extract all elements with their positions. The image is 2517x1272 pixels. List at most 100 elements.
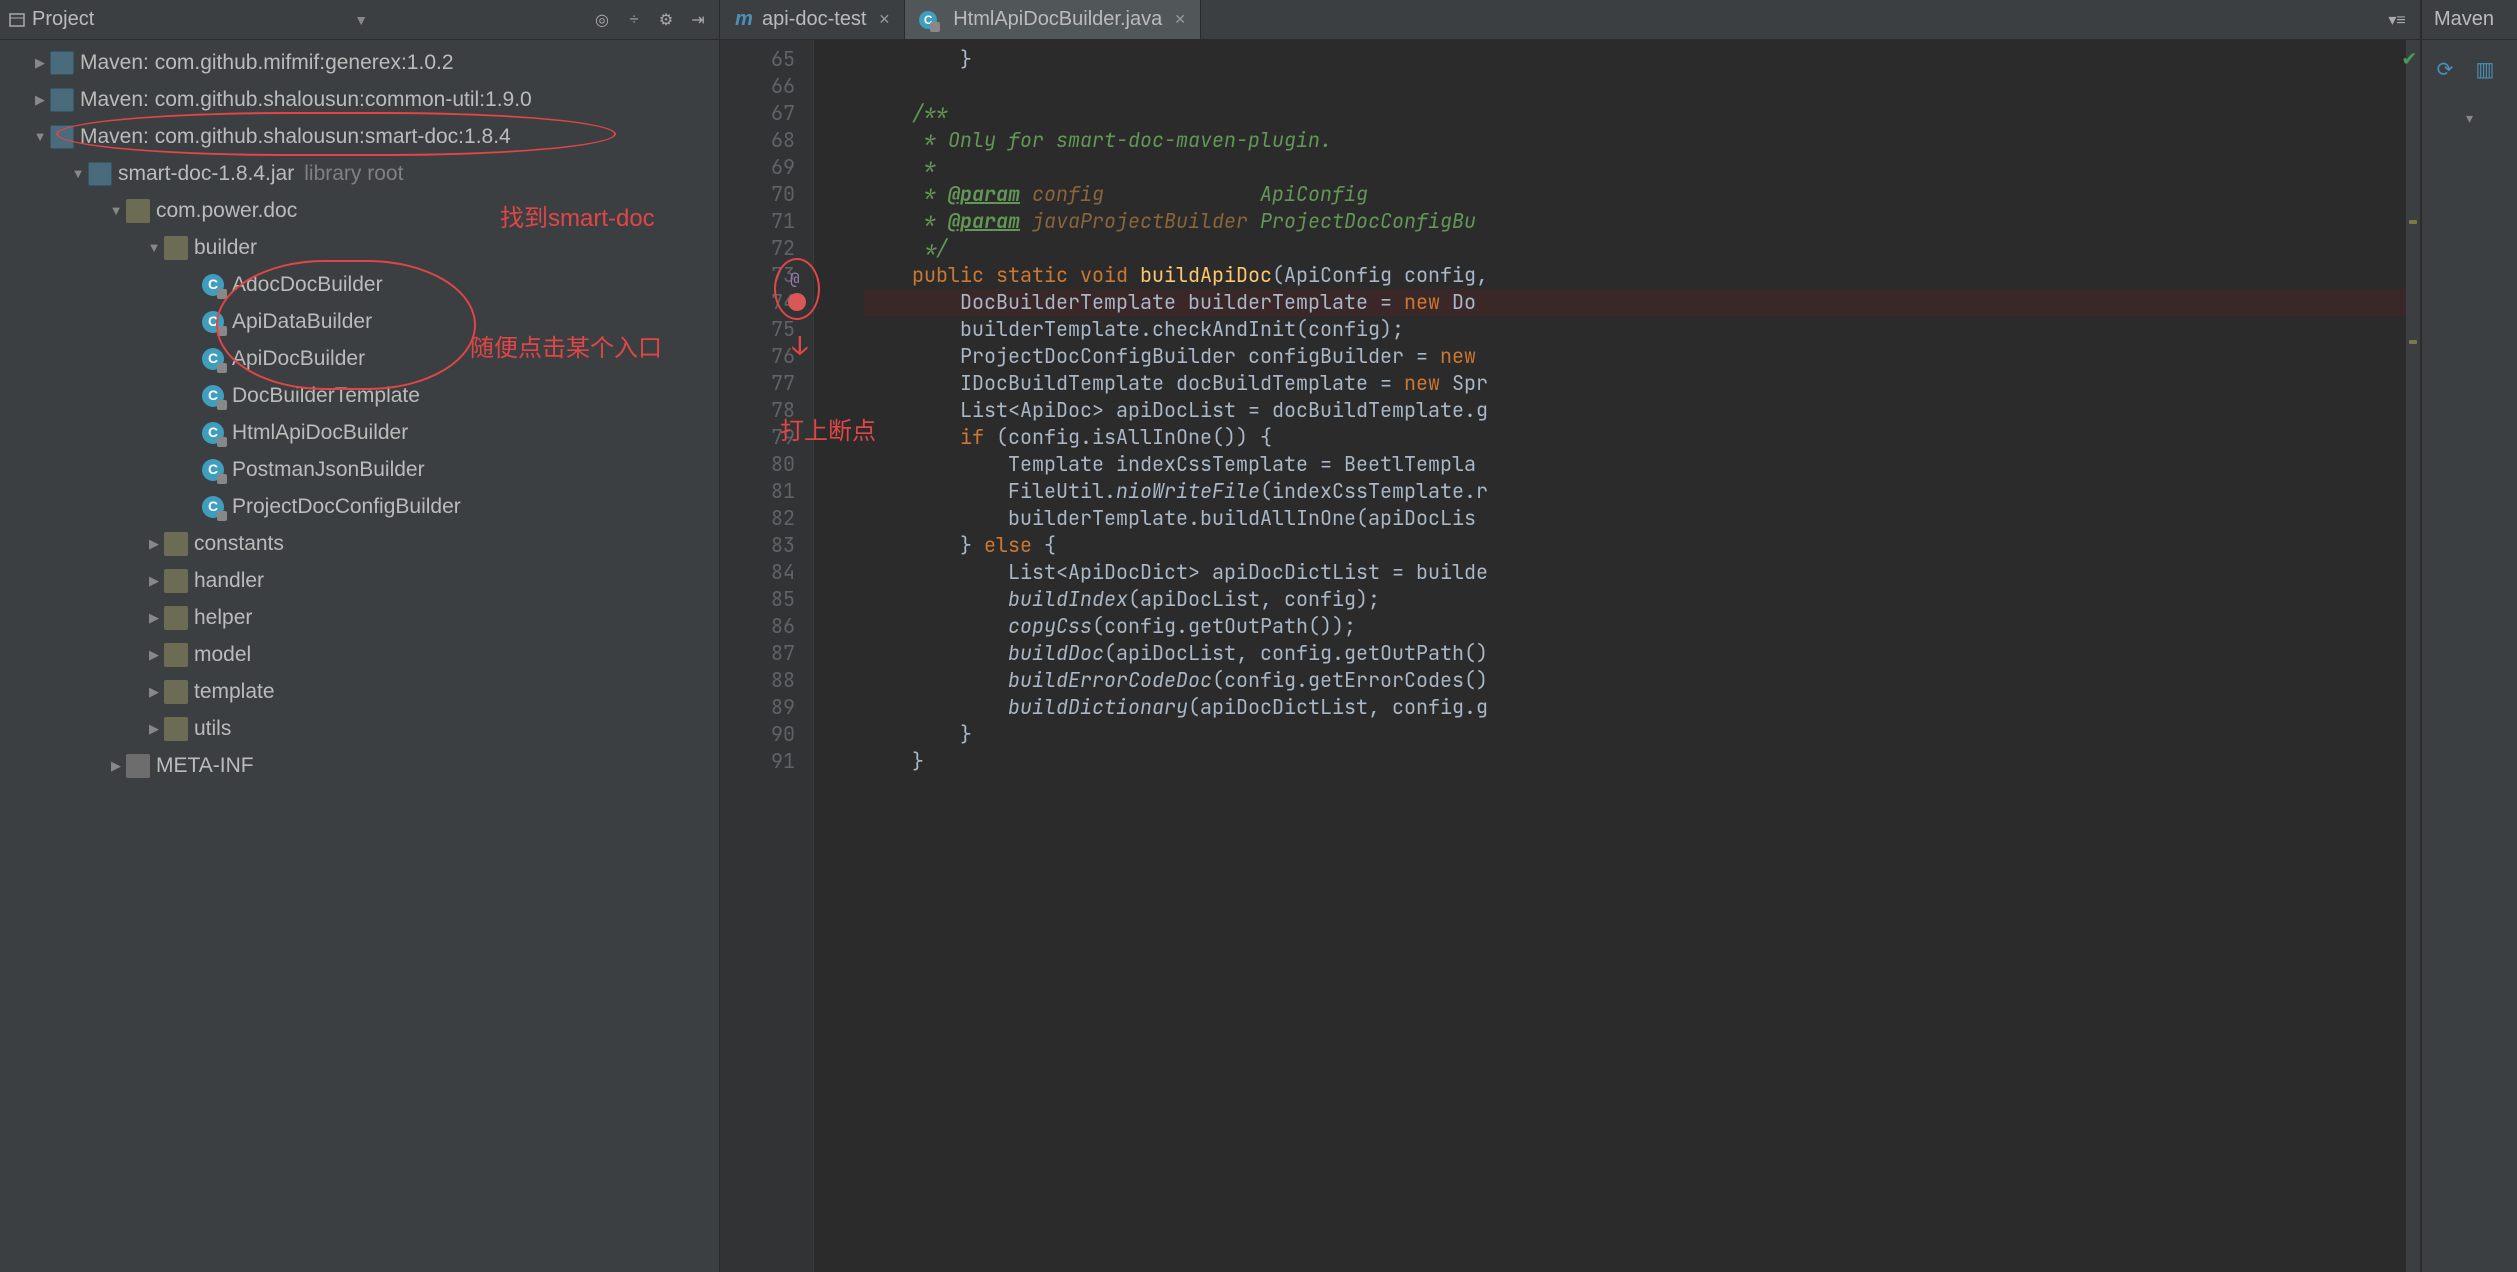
refresh-icon[interactable]: ⟳ [2430, 54, 2460, 84]
project-tree[interactable]: ▶Maven: com.github.mifmif:generex:1.0.2▶… [0, 40, 719, 1272]
code-line[interactable]: } [864, 721, 2406, 748]
tree-row[interactable]: ▼builder [0, 229, 719, 266]
tree-arrow-icon[interactable]: ▼ [68, 155, 88, 192]
gutter-line[interactable]: 90 [726, 721, 795, 748]
tree-row[interactable]: ▼smart-doc-1.8.4.jarlibrary root [0, 155, 719, 192]
code-line[interactable]: ProjectDocConfigBuilder configBuilder = … [864, 343, 2406, 370]
gear-icon[interactable]: ⚙ [653, 7, 679, 33]
tree-row[interactable]: ▶Maven: com.github.shalousun:common-util… [0, 81, 719, 118]
gutter-line[interactable]: 72 [726, 235, 795, 262]
tree-row[interactable]: CApiDocBuilder [0, 340, 719, 377]
gutter-line[interactable]: 86 [726, 613, 795, 640]
code-line[interactable]: } [864, 46, 2406, 73]
gutter-line[interactable]: 87 [726, 640, 795, 667]
project-view-dropdown[interactable]: ▼ [354, 12, 368, 28]
gutter-line[interactable]: 79 [726, 424, 795, 451]
tree-arrow-icon[interactable]: ▶ [30, 81, 50, 118]
tree-row[interactable]: CHtmlApiDocBuilder [0, 414, 719, 451]
tree-row[interactable]: ▶handler [0, 562, 719, 599]
tree-arrow-icon[interactable]: ▶ [106, 747, 126, 784]
tree-row[interactable]: CDocBuilderTemplate [0, 377, 719, 414]
tree-row[interactable]: CApiDataBuilder [0, 303, 719, 340]
tree-arrow-icon[interactable]: ▼ [30, 118, 50, 155]
gutter-line[interactable]: 65 [726, 46, 795, 73]
collapse-icon[interactable]: ⇥ [685, 7, 711, 33]
close-icon[interactable]: ✕ [1174, 11, 1186, 28]
code-line[interactable]: * [864, 154, 2406, 181]
gutter-line[interactable]: 69 [726, 154, 795, 181]
tree-row[interactable]: ▶META-INF [0, 747, 719, 784]
code-line[interactable]: public static void buildApiDoc(ApiConfig… [864, 262, 2406, 289]
tree-row[interactable]: CAdocDocBuilder [0, 266, 719, 303]
code-line[interactable]: IDocBuildTemplate docBuildTemplate = new… [864, 370, 2406, 397]
code-line[interactable]: copyCss(config.getOutPath()); [864, 613, 2406, 640]
tree-arrow-icon[interactable]: ▶ [144, 710, 164, 747]
tree-row[interactable]: ▶constants [0, 525, 719, 562]
code-line[interactable]: */ [864, 235, 2406, 262]
gutter-line[interactable]: 71 [726, 208, 795, 235]
code-line[interactable]: builderTemplate.buildAllInOne(apiDocLis [864, 505, 2406, 532]
gutter-line[interactable]: 82 [726, 505, 795, 532]
tree-row[interactable]: ▶Maven: com.github.mifmif:generex:1.0.2 [0, 44, 719, 81]
code-line[interactable]: * @param config ApiConfig [864, 181, 2406, 208]
tree-row[interactable]: CPostmanJsonBuilder [0, 451, 719, 488]
gutter-line[interactable]: 88 [726, 667, 795, 694]
tree-arrow-icon[interactable]: ▶ [144, 599, 164, 636]
gutter-line[interactable]: 81 [726, 478, 795, 505]
gutter-line[interactable]: 78 [726, 397, 795, 424]
code-line[interactable]: buildDictionary(apiDocDictList, config.g [864, 694, 2406, 721]
gutter-line[interactable]: 70 [726, 181, 795, 208]
locate-icon[interactable]: ◎ [589, 7, 615, 33]
gutter-line[interactable]: 74 [726, 289, 795, 316]
tree-arrow-icon[interactable]: ▶ [144, 673, 164, 710]
code-line[interactable]: DocBuilderTemplate builderTemplate = new… [864, 289, 2406, 316]
code-line[interactable]: } [864, 748, 2406, 775]
code-line[interactable]: /** [864, 100, 2406, 127]
gutter-line[interactable]: 66 [726, 73, 795, 100]
tree-arrow-icon[interactable]: ▼ [144, 229, 164, 266]
tab-list-dropdown-icon[interactable]: ▾≡ [2384, 7, 2410, 33]
tab-api-doc-test[interactable]: m api-doc-test ✕ [720, 0, 905, 39]
gutter-line[interactable]: 68 [726, 127, 795, 154]
code-line[interactable]: FileUtil.nioWriteFile(indexCssTemplate.r [864, 478, 2406, 505]
tree-arrow-icon[interactable]: ▼ [106, 192, 126, 229]
tree-arrow-icon[interactable]: ▶ [144, 562, 164, 599]
gutter-line[interactable]: 89 [726, 694, 795, 721]
breakpoint-icon[interactable] [788, 293, 806, 311]
editor-gutter[interactable]: 6566676869707172737475767778798081828384… [720, 40, 814, 1272]
gutter-line[interactable]: 76 [726, 343, 795, 370]
gutter-line[interactable]: 91 [726, 748, 795, 775]
tree-row[interactable]: ▼Maven: com.github.shalousun:smart-doc:1… [0, 118, 719, 155]
tree-row[interactable]: ▶helper [0, 599, 719, 636]
code-line[interactable]: List<ApiDoc> apiDocList = docBuildTempla… [864, 397, 2406, 424]
close-icon[interactable]: ✕ [879, 11, 891, 28]
gutter-line[interactable]: 73 [726, 262, 795, 289]
tree-row[interactable]: ▶utils [0, 710, 719, 747]
tree-row[interactable]: ▶model [0, 636, 719, 673]
maven-collapse-icon[interactable]: ▾ [2422, 98, 2517, 138]
tree-arrow-icon[interactable]: ▶ [30, 44, 50, 81]
divide-icon[interactable]: ÷ [621, 7, 647, 33]
code-line[interactable] [864, 73, 2406, 100]
tree-arrow-icon[interactable]: ▶ [144, 636, 164, 673]
tree-row[interactable]: CProjectDocConfigBuilder [0, 488, 719, 525]
tab-htmlapidocbuilder[interactable]: C HtmlApiDocBuilder.java ✕ [905, 0, 1201, 39]
gutter-line[interactable]: 85 [726, 586, 795, 613]
gutter-line[interactable]: 75 [726, 316, 795, 343]
code-line[interactable]: List<ApiDocDict> apiDocDictList = builde [864, 559, 2406, 586]
add-maven-icon[interactable]: ▥ [2470, 54, 2500, 84]
code-line[interactable]: Template indexCssTemplate = BeetlTempla [864, 451, 2406, 478]
code-line[interactable]: } else { [864, 532, 2406, 559]
gutter-line[interactable]: 77 [726, 370, 795, 397]
code-line[interactable]: buildIndex(apiDocList, config); [864, 586, 2406, 613]
code-line[interactable]: if (config.isAllInOne()) { [864, 424, 2406, 451]
code-line[interactable]: * @param javaProjectBuilder ProjectDocCo… [864, 208, 2406, 235]
gutter-line[interactable]: 83 [726, 532, 795, 559]
code-line[interactable]: buildDoc(apiDocList, config.getOutPath() [864, 640, 2406, 667]
gutter-line[interactable]: 67 [726, 100, 795, 127]
gutter-line[interactable]: 80 [726, 451, 795, 478]
tree-row[interactable]: ▶template [0, 673, 719, 710]
tree-arrow-icon[interactable]: ▶ [144, 525, 164, 562]
gutter-line[interactable]: 84 [726, 559, 795, 586]
tree-row[interactable]: ▼com.power.doc [0, 192, 719, 229]
